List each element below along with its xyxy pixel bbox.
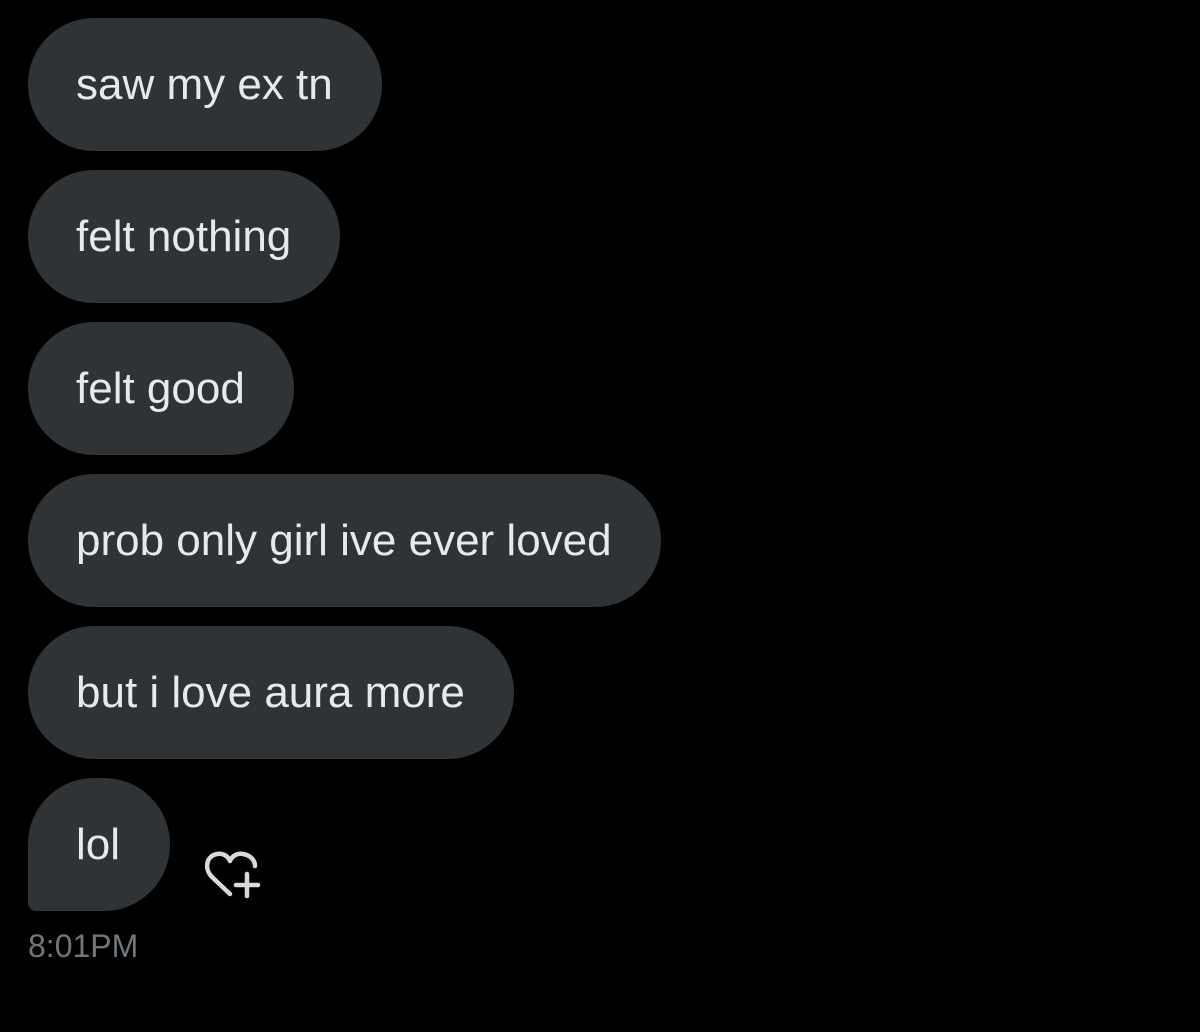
- message-row: saw my ex tn: [28, 18, 1178, 151]
- heart-plus-icon: [204, 851, 261, 899]
- add-reaction-button[interactable]: [200, 844, 266, 904]
- message-row: lol: [28, 778, 1178, 911]
- message-bubble[interactable]: felt nothing: [28, 170, 341, 303]
- message-bubble[interactable]: lol: [28, 778, 171, 911]
- message-row: felt good: [28, 322, 1178, 455]
- message-thread: saw my ex tn felt nothing felt good prob…: [28, 18, 1178, 911]
- message-bubble[interactable]: prob only girl ive ever loved: [28, 474, 661, 607]
- message-bubble[interactable]: saw my ex tn: [28, 18, 382, 151]
- message-bubble[interactable]: but i love aura more: [28, 626, 514, 759]
- message-bubble[interactable]: felt good: [28, 322, 294, 455]
- message-row: felt nothing: [28, 170, 1178, 303]
- message-row: but i love aura more: [28, 626, 1178, 759]
- message-timestamp: 8:01PM: [28, 928, 139, 964]
- message-row: prob only girl ive ever loved: [28, 474, 1178, 607]
